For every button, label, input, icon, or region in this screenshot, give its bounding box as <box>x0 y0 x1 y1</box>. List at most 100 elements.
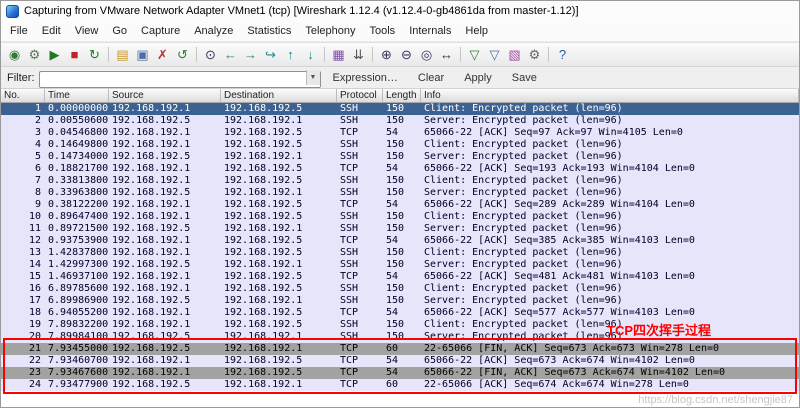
packet-row[interactable]: 40.14649800192.168.192.1192.168.192.5SSH… <box>1 139 799 151</box>
menu-analyze[interactable]: Analyze <box>187 22 240 40</box>
save-file-icon[interactable]: ▣ <box>133 45 152 64</box>
cell-source: 192.168.192.1 <box>109 307 221 319</box>
cell-length: 150 <box>383 259 421 271</box>
packet-row[interactable]: 166.89785600192.168.192.1192.168.192.5SS… <box>1 283 799 295</box>
titlebar[interactable]: Capturing from VMware Network Adapter VM… <box>1 1 799 21</box>
column-header-no[interactable]: No. <box>1 89 45 102</box>
packet-row[interactable]: 90.38122200192.168.192.1192.168.192.5TCP… <box>1 199 799 211</box>
filter-input[interactable] <box>39 71 321 88</box>
cell-protocol: SSH <box>337 223 383 235</box>
cell-destination: 192.168.192.1 <box>221 331 337 343</box>
cell-protocol: TCP <box>337 199 383 211</box>
reload-icon[interactable]: ↺ <box>173 45 192 64</box>
menu-statistics[interactable]: Statistics <box>240 22 298 40</box>
packet-row[interactable]: 100.89647400192.168.192.1192.168.192.5SS… <box>1 211 799 223</box>
open-file-icon[interactable]: ▤ <box>113 45 132 64</box>
packet-row[interactable]: 151.46937100192.168.192.1192.168.192.5TC… <box>1 271 799 283</box>
packet-row[interactable]: 141.42997300192.168.192.5192.168.192.1SS… <box>1 259 799 271</box>
cell-time: 0.33963800 <box>45 187 109 199</box>
preferences-icon[interactable]: ⚙ <box>525 45 544 64</box>
packet-row[interactable]: 60.18821700192.168.192.1192.168.192.5TCP… <box>1 163 799 175</box>
toolbar-separator <box>460 47 461 62</box>
chevron-down-icon[interactable]: ▼ <box>306 70 320 85</box>
menu-internals[interactable]: Internals <box>402 22 458 40</box>
watermark: https://blog.csdn.net/shengjie87 <box>638 394 793 406</box>
expression-button[interactable]: Expression… <box>325 70 406 86</box>
packet-row[interactable]: 10.00000000192.168.192.1192.168.192.5SSH… <box>1 103 799 115</box>
column-header-row: No.TimeSourceDestinationProtocolLengthIn… <box>1 89 799 103</box>
save-button[interactable]: Save <box>504 70 545 86</box>
menu-edit[interactable]: Edit <box>35 22 68 40</box>
toolbar-separator <box>548 47 549 62</box>
clear-button[interactable]: Clear <box>410 70 452 86</box>
cell-info: Server: Encrypted packet (len=96) <box>421 187 799 199</box>
close-file-icon[interactable]: ✗ <box>153 45 172 64</box>
start-capture-icon[interactable]: ▶ <box>45 45 64 64</box>
cell-no: 2 <box>1 115 45 127</box>
cell-destination: 192.168.192.1 <box>221 223 337 235</box>
packet-row[interactable]: 176.89986900192.168.192.5192.168.192.1SS… <box>1 295 799 307</box>
packet-row[interactable]: 20.00550600192.168.192.5192.168.192.1SSH… <box>1 115 799 127</box>
go-back-icon[interactable]: ← <box>221 45 240 64</box>
packet-row[interactable]: 237.93467600192.168.192.1192.168.192.5TC… <box>1 367 799 379</box>
column-header-time[interactable]: Time <box>45 89 109 102</box>
menu-file[interactable]: File <box>3 22 35 40</box>
column-header-info[interactable]: Info <box>421 89 799 102</box>
help-icon[interactable]: ? <box>553 45 572 64</box>
cell-length: 54 <box>383 367 421 379</box>
menu-go[interactable]: Go <box>105 22 134 40</box>
go-first-icon[interactable]: ↑ <box>281 45 300 64</box>
coloring-rules-icon[interactable]: ▧ <box>505 45 524 64</box>
list-interfaces-icon[interactable]: ◉ <box>5 45 24 64</box>
packet-row[interactable]: 247.93477900192.168.192.5192.168.192.1TC… <box>1 379 799 391</box>
apply-button[interactable]: Apply <box>456 70 500 86</box>
packet-row[interactable]: 207.89984100192.168.192.5192.168.192.1SS… <box>1 331 799 343</box>
colorize-icon[interactable]: ▦ <box>329 45 348 64</box>
filter-label: Filter: <box>7 72 35 84</box>
packet-row[interactable]: 70.33813800192.168.192.1192.168.192.5SSH… <box>1 175 799 187</box>
cell-protocol: SSH <box>337 187 383 199</box>
column-header-protocol[interactable]: Protocol <box>337 89 383 102</box>
packet-row[interactable]: 197.89832200192.168.192.1192.168.192.5SS… <box>1 319 799 331</box>
find-packet-icon[interactable]: ⊙ <box>201 45 220 64</box>
zoom-in-icon[interactable]: ⊕ <box>377 45 396 64</box>
stop-capture-icon[interactable]: ■ <box>65 45 84 64</box>
column-header-length[interactable]: Length <box>383 89 421 102</box>
go-last-icon[interactable]: ↓ <box>301 45 320 64</box>
packet-row[interactable]: 80.33963800192.168.192.5192.168.192.1SSH… <box>1 187 799 199</box>
cell-length: 150 <box>383 151 421 163</box>
column-header-destination[interactable]: Destination <box>221 89 337 102</box>
menu-capture[interactable]: Capture <box>134 22 187 40</box>
cell-no: 1 <box>1 103 45 115</box>
packet-row[interactable]: 186.94055200192.168.192.1192.168.192.5TC… <box>1 307 799 319</box>
cell-no: 7 <box>1 175 45 187</box>
cell-no: 18 <box>1 307 45 319</box>
zoom-100-icon[interactable]: ◎ <box>417 45 436 64</box>
cell-source: 192.168.192.1 <box>109 103 221 115</box>
resize-columns-icon[interactable]: ↔ <box>437 45 456 64</box>
packet-row[interactable]: 217.93455000192.168.192.5192.168.192.1TC… <box>1 343 799 355</box>
packet-row[interactable]: 30.04546800192.168.192.1192.168.192.5TCP… <box>1 127 799 139</box>
menu-telephony[interactable]: Telephony <box>298 22 362 40</box>
cell-time: 7.93477900 <box>45 379 109 391</box>
menu-view[interactable]: View <box>68 22 106 40</box>
display-filters-icon[interactable]: ▽ <box>485 45 504 64</box>
menu-tools[interactable]: Tools <box>363 22 403 40</box>
packet-row[interactable]: 110.89721500192.168.192.5192.168.192.1SS… <box>1 223 799 235</box>
capture-options-icon[interactable]: ⚙ <box>25 45 44 64</box>
packet-row[interactable]: 50.14734000192.168.192.5192.168.192.1SSH… <box>1 151 799 163</box>
cell-length: 150 <box>383 187 421 199</box>
restart-capture-icon[interactable]: ↻ <box>85 45 104 64</box>
packet-row[interactable]: 120.93753900192.168.192.1192.168.192.5TC… <box>1 235 799 247</box>
zoom-out-icon[interactable]: ⊖ <box>397 45 416 64</box>
cell-info: Client: Encrypted packet (len=96) <box>421 139 799 151</box>
column-header-source[interactable]: Source <box>109 89 221 102</box>
cell-time: 0.14734000 <box>45 151 109 163</box>
menu-help[interactable]: Help <box>458 22 495 40</box>
capture-filters-icon[interactable]: ▽ <box>465 45 484 64</box>
packet-row[interactable]: 227.93460700192.168.192.1192.168.192.5TC… <box>1 355 799 367</box>
packet-row[interactable]: 131.42837800192.168.192.1192.168.192.5SS… <box>1 247 799 259</box>
auto-scroll-icon[interactable]: ⇊ <box>349 45 368 64</box>
go-to-packet-icon[interactable]: ↪ <box>261 45 280 64</box>
go-forward-icon[interactable]: → <box>241 45 260 64</box>
